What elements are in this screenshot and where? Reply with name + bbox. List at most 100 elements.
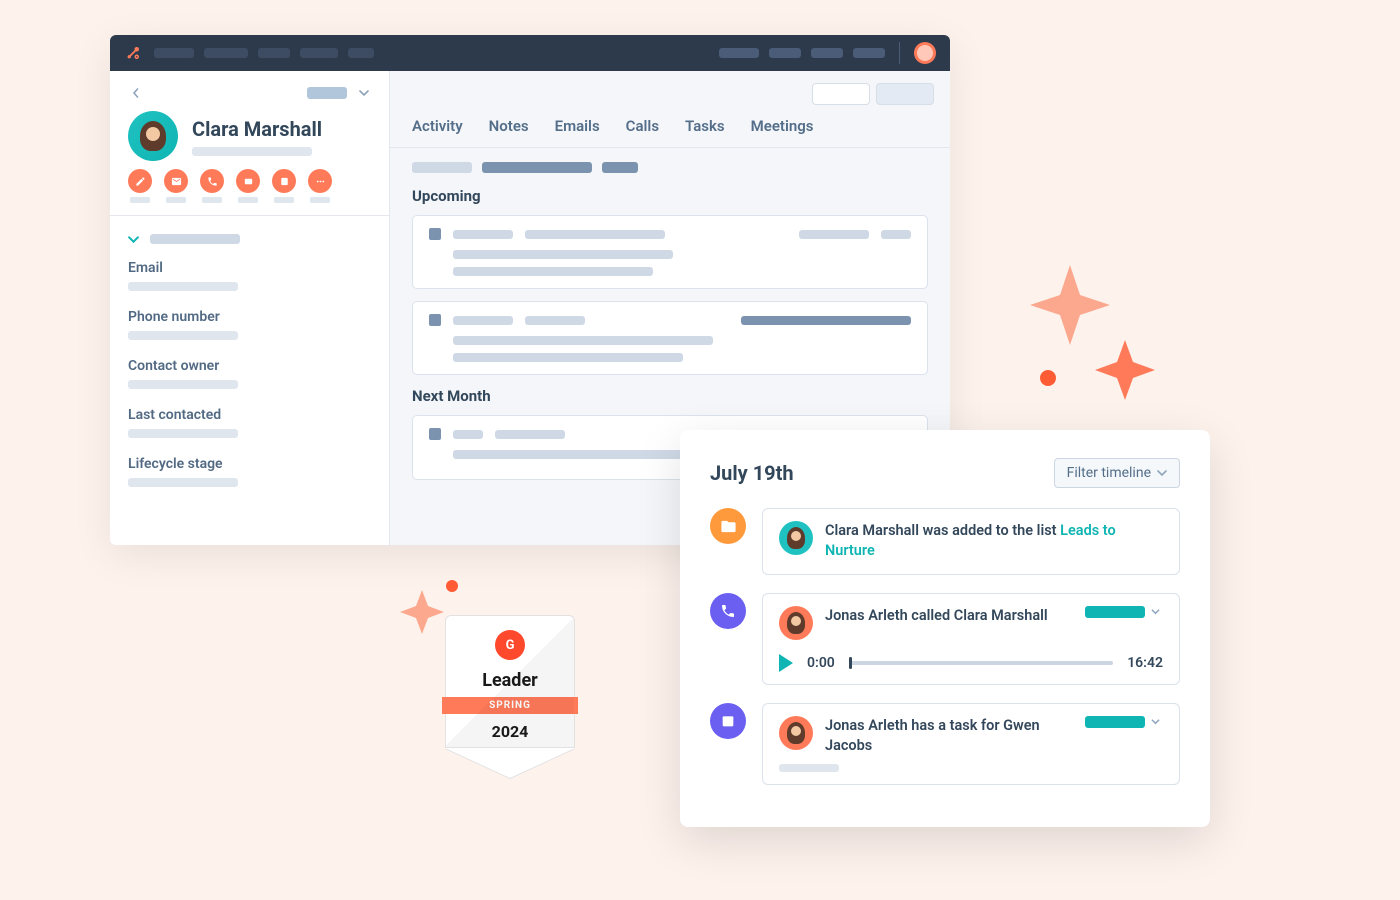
nav-placeholder[interactable] bbox=[204, 48, 248, 58]
sparkle-icon bbox=[1030, 265, 1110, 345]
section-upcoming: Upcoming bbox=[412, 187, 928, 205]
topbar-divider bbox=[899, 42, 900, 64]
main-action-button[interactable] bbox=[812, 83, 870, 105]
contact-name: Clara Marshall bbox=[192, 117, 322, 141]
call-action-icon[interactable] bbox=[200, 169, 224, 193]
contact-subtitle-placeholder bbox=[192, 147, 312, 156]
field-label: Lifecycle stage bbox=[128, 456, 371, 472]
player-track[interactable] bbox=[849, 661, 1113, 665]
more-action-icon[interactable] bbox=[308, 169, 332, 193]
section-toggle[interactable] bbox=[128, 232, 371, 246]
status-dropdown[interactable] bbox=[1085, 716, 1163, 728]
back-chevron-icon[interactable] bbox=[128, 85, 144, 101]
field-label: Contact owner bbox=[128, 358, 371, 374]
field-last-contacted[interactable]: Last contacted bbox=[128, 407, 371, 438]
hubspot-logo-icon bbox=[124, 43, 144, 63]
filter-chip[interactable] bbox=[412, 162, 472, 173]
player-total-time: 16:42 bbox=[1127, 655, 1163, 671]
outcome-dropdown[interactable] bbox=[1085, 606, 1163, 618]
chevron-down-icon bbox=[1157, 468, 1167, 478]
field-label: Last contacted bbox=[128, 407, 371, 423]
user-avatar bbox=[779, 606, 813, 640]
timeline-date: July 19th bbox=[710, 461, 794, 485]
chevron-down-icon bbox=[1151, 716, 1163, 728]
g2-leader-badge: G Leader SPRING 2024 bbox=[445, 615, 575, 778]
nav-placeholder[interactable] bbox=[719, 48, 759, 58]
sidebar-fields: Email Phone number Contact owner Last co… bbox=[110, 216, 389, 521]
tab-emails[interactable]: Emails bbox=[555, 117, 600, 137]
tab-tasks[interactable]: Tasks bbox=[685, 117, 725, 137]
timeline-text: Jonas Arleth has a task for Gwen Jacobs bbox=[825, 716, 1073, 757]
email-action-icon[interactable] bbox=[164, 169, 188, 193]
timeline-card[interactable]: Jonas Arleth called Clara Marshall 0:00 … bbox=[762, 593, 1180, 685]
call-player: 0:00 16:42 bbox=[779, 654, 1163, 672]
field-lifecycle[interactable]: Lifecycle stage bbox=[128, 456, 371, 487]
calendar-icon bbox=[710, 703, 746, 739]
status-pill[interactable] bbox=[307, 87, 347, 99]
play-icon[interactable] bbox=[779, 654, 793, 672]
timeline-row-list: Clara Marshall was added to the list Lea… bbox=[710, 508, 1180, 575]
sidebar-header: Clara Marshall bbox=[110, 71, 389, 216]
chevron-down-icon bbox=[128, 232, 142, 246]
field-owner[interactable]: Contact owner bbox=[128, 358, 371, 389]
activity-tabs: Activity Notes Emails Calls Tasks Meetin… bbox=[390, 117, 950, 148]
user-avatar bbox=[779, 716, 813, 750]
contact-actions bbox=[128, 169, 371, 203]
field-label: Email bbox=[128, 260, 371, 276]
app-topbar bbox=[110, 35, 950, 71]
nav-placeholder[interactable] bbox=[258, 48, 290, 58]
field-value-placeholder bbox=[128, 429, 238, 438]
task-action-icon[interactable] bbox=[272, 169, 296, 193]
player-current-time: 0:00 bbox=[807, 655, 835, 671]
filter-timeline-label: Filter timeline bbox=[1067, 465, 1151, 481]
tab-meetings[interactable]: Meetings bbox=[751, 117, 814, 137]
note-action-icon[interactable] bbox=[128, 169, 152, 193]
tab-activity[interactable]: Activity bbox=[412, 117, 463, 137]
main-top-actions bbox=[390, 71, 950, 117]
field-phone[interactable]: Phone number bbox=[128, 309, 371, 340]
user-avatar[interactable] bbox=[914, 42, 936, 64]
filter-chip[interactable] bbox=[482, 162, 592, 173]
timeline-row-call: Jonas Arleth called Clara Marshall 0:00 … bbox=[710, 593, 1180, 685]
badge-title: Leader bbox=[456, 670, 564, 691]
field-value-placeholder bbox=[128, 331, 238, 340]
activity-filter-bar bbox=[412, 162, 928, 173]
timeline-panel: July 19th Filter timeline Clara Marshall… bbox=[680, 430, 1210, 827]
nav-placeholder[interactable] bbox=[853, 48, 885, 58]
timeline-text: Clara Marshall was added to the list Lea… bbox=[825, 521, 1163, 562]
field-email[interactable]: Email bbox=[128, 260, 371, 291]
nav-placeholder[interactable] bbox=[154, 48, 194, 58]
phone-icon bbox=[710, 593, 746, 629]
field-label: Phone number bbox=[128, 309, 371, 325]
folder-icon bbox=[710, 508, 746, 544]
tab-notes[interactable]: Notes bbox=[489, 117, 529, 137]
main-action-button[interactable] bbox=[876, 83, 934, 105]
g2-logo-icon: G bbox=[495, 630, 525, 660]
filter-timeline-button[interactable]: Filter timeline bbox=[1054, 458, 1180, 488]
decorative-dot-icon bbox=[446, 580, 458, 592]
tab-calls[interactable]: Calls bbox=[626, 117, 659, 137]
log-action-icon[interactable] bbox=[236, 169, 260, 193]
nav-placeholder[interactable] bbox=[769, 48, 801, 58]
badge-season: SPRING bbox=[442, 697, 578, 714]
nav-placeholder[interactable] bbox=[348, 48, 374, 58]
nav-placeholder[interactable] bbox=[300, 48, 338, 58]
contact-avatar[interactable] bbox=[128, 111, 178, 161]
nav-placeholder[interactable] bbox=[811, 48, 843, 58]
chevron-down-icon bbox=[1151, 606, 1163, 618]
timeline-card[interactable]: Clara Marshall was added to the list Lea… bbox=[762, 508, 1180, 575]
badge-year: 2024 bbox=[456, 714, 564, 741]
chevron-down-icon[interactable] bbox=[359, 87, 371, 99]
timeline-row-task: Jonas Arleth has a task for Gwen Jacobs bbox=[710, 703, 1180, 786]
activity-card[interactable] bbox=[412, 215, 928, 289]
field-value-placeholder bbox=[128, 478, 238, 487]
field-value-placeholder bbox=[128, 282, 238, 291]
filter-chip[interactable] bbox=[602, 162, 638, 173]
task-meta-placeholder bbox=[779, 764, 839, 772]
contact-header: Clara Marshall bbox=[128, 111, 371, 161]
sparkle-icon bbox=[400, 590, 444, 634]
section-next-month: Next Month bbox=[412, 387, 928, 405]
activity-card[interactable] bbox=[412, 301, 928, 375]
timeline-card[interactable]: Jonas Arleth has a task for Gwen Jacobs bbox=[762, 703, 1180, 786]
contact-avatar bbox=[779, 521, 813, 555]
